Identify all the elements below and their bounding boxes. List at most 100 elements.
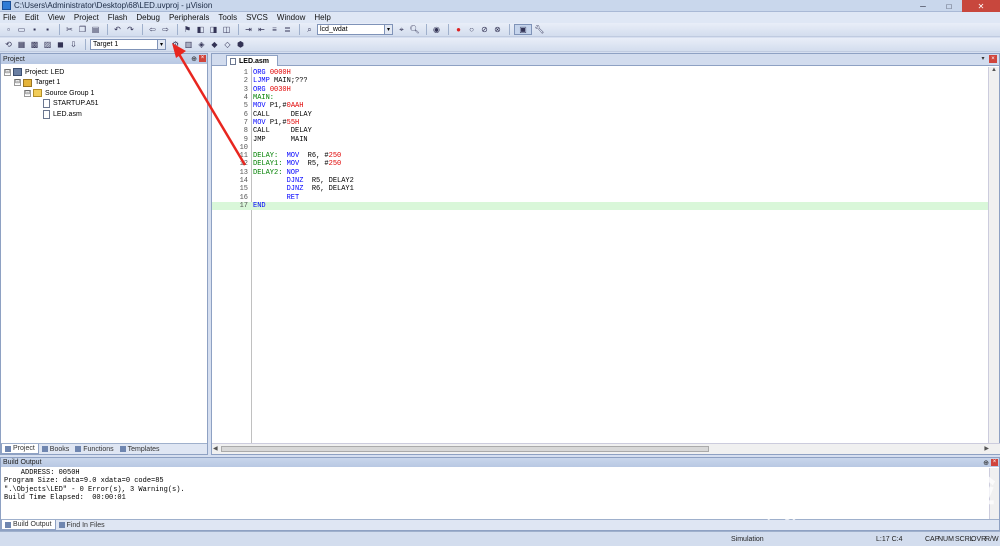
code-line[interactable]: 9 JMP MAIN [212, 135, 988, 144]
stop-build-icon[interactable]: ◼ [55, 39, 66, 50]
translate-icon[interactable]: ⟲ [3, 39, 14, 50]
run-time-environment-icon[interactable]: ⬢ [235, 39, 246, 50]
unindent-icon[interactable]: ⇤ [256, 24, 267, 35]
debug-start-icon[interactable]: ◉ [431, 24, 442, 35]
menu-flash[interactable]: Flash [108, 13, 128, 22]
code-line[interactable]: 8 CALL DELAY [212, 127, 988, 135]
breakpoint-kill-all-icon[interactable]: ⊗ [492, 24, 503, 35]
redo-icon[interactable]: ↷ [125, 24, 136, 35]
code-line[interactable]: 2 LJMP MAIN;??? [212, 77, 988, 85]
menu-help[interactable]: Help [314, 13, 330, 22]
find-in-files-icon[interactable]: ⌕ [304, 24, 315, 35]
menu-view[interactable]: View [48, 13, 65, 22]
tab-find-in-files[interactable]: Find In Files [56, 520, 108, 530]
tree-item-startup-file[interactable]: STARTUP.A51 [4, 99, 207, 110]
breakpoint-disable-all-icon[interactable]: ⊘ [479, 24, 490, 35]
menu-tools[interactable]: Tools [218, 13, 237, 22]
code-line[interactable]: 7 MOV P1,#55H [212, 119, 988, 127]
nav-forward-icon[interactable]: ⇨ [160, 24, 171, 35]
pin-icon[interactable]: ⊕ [191, 55, 197, 63]
build-icon[interactable]: ▦ [16, 39, 27, 50]
close-icon[interactable]: × [199, 55, 206, 62]
find-icon[interactable]: 🔍︎ [409, 24, 420, 35]
target-combo[interactable]: Target 1 ▾ [90, 39, 166, 50]
target-options-icon[interactable]: ⚙ [170, 39, 181, 50]
close-button[interactable]: ✕ [962, 0, 1000, 12]
tab-project[interactable]: Project [1, 444, 39, 454]
collapse-icon[interactable]: ⊟ [14, 79, 21, 87]
code-lines[interactable]: 1 ORG 0000H 2 LJMP MAIN;??? 3 ORG 0030H 4 MAIN:… [212, 69, 988, 211]
download-icon[interactable]: ⇩ [68, 39, 79, 50]
window-layout-icon[interactable]: ▣ [514, 24, 532, 35]
collapse-icon[interactable]: ⊟ [4, 68, 11, 76]
code-area[interactable]: 1 ORG 0000H 2 LJMP MAIN;??? 3 ORG 0030H 4 MAIN:… [212, 67, 988, 443]
cut-icon[interactable]: ✂ [64, 24, 75, 35]
tree-item-target[interactable]: ⊟ Target 1 [4, 78, 207, 89]
minimize-button[interactable]: ─ [910, 0, 936, 12]
code-line[interactable]: 16 RET [212, 193, 988, 202]
batch-build-icon[interactable]: ▨ [42, 39, 53, 50]
chevron-down-icon[interactable]: ▾ [384, 25, 392, 34]
prev-bookmark-icon[interactable]: ◧ [195, 24, 206, 35]
code-line[interactable]: 3 ORG 0030H [212, 86, 988, 94]
nav-back-icon[interactable]: ⇦ [147, 24, 158, 35]
undo-icon[interactable]: ↶ [112, 24, 123, 35]
code-line[interactable]: 14 DJNZ R5, DELAY2 [212, 177, 988, 185]
tree-item-source-group[interactable]: ⊟ Source Group 1 [4, 88, 207, 99]
rebuild-icon[interactable]: ▩ [29, 39, 40, 50]
close-icon[interactable]: × [989, 55, 997, 63]
paste-icon[interactable]: ▤ [90, 24, 101, 35]
clear-bookmarks-icon[interactable]: ◫ [221, 24, 232, 35]
menu-window[interactable]: Window [277, 13, 305, 22]
save-icon[interactable]: ▪ [29, 24, 40, 35]
new-file-icon[interactable]: ▫ [3, 24, 14, 35]
code-line[interactable]: 13 DELAY2: NOP [212, 169, 988, 177]
next-bookmark-icon[interactable]: ◨ [208, 24, 219, 35]
save-all-icon[interactable]: ▪ [42, 24, 53, 35]
maximize-button[interactable]: □ [936, 0, 962, 12]
bookmark-icon[interactable]: ⚑ [182, 24, 193, 35]
uncomment-icon[interactable]: ≣ [282, 24, 293, 35]
copy-icon[interactable]: ❐ [77, 24, 88, 35]
code-line[interactable]: 11 DELAY: MOV R6, #250 [212, 152, 988, 160]
open-file-icon[interactable]: ▭ [16, 24, 27, 35]
breakpoint-icon[interactable]: ● [453, 24, 464, 35]
menu-file[interactable]: File [3, 13, 16, 22]
tab-templates[interactable]: Templates [117, 444, 163, 454]
indent-icon[interactable]: ⇥ [243, 24, 254, 35]
code-line[interactable]: 1 ORG 0000H [212, 69, 988, 77]
menu-edit[interactable]: Edit [25, 13, 39, 22]
file-extensions-icon[interactable]: ▥ [183, 39, 194, 50]
manage-components-icon[interactable]: ◈ [196, 39, 207, 50]
menu-peripherals[interactable]: Peripherals [169, 13, 209, 22]
scroll-up-icon[interactable]: ▲ [989, 67, 999, 76]
code-line[interactable]: 4 MAIN: [212, 94, 988, 102]
tree-item-led-file[interactable]: LED.asm [4, 109, 207, 120]
select-software-packs-icon[interactable]: ◇ [222, 39, 233, 50]
breakpoint-disable-icon[interactable]: ○ [466, 24, 477, 35]
incremental-find-icon[interactable]: ⌖ [396, 24, 407, 35]
tab-build-output[interactable]: Build Output [1, 520, 56, 530]
code-line[interactable]: 10 [212, 144, 988, 152]
chevron-down-icon[interactable]: ▾ [157, 40, 165, 49]
tab-led-asm[interactable]: LED.asm [226, 55, 278, 66]
code-line[interactable]: 17 END [212, 201, 988, 211]
menu-svcs[interactable]: SVCS [246, 13, 268, 22]
menu-debug[interactable]: Debug [136, 13, 160, 22]
find-combo[interactable]: lcd_wdat ▾ [317, 24, 393, 35]
editor-vertical-scrollbar[interactable]: ▲ [988, 67, 999, 443]
tab-functions[interactable]: Functions [72, 444, 116, 454]
pack-installer-icon[interactable]: ◆ [209, 39, 220, 50]
code-line[interactable]: 15 DJNZ R6, DELAY1 [212, 185, 988, 193]
scrollbar-thumb[interactable] [221, 446, 709, 452]
menu-project[interactable]: Project [74, 13, 99, 22]
code-line[interactable]: 5 MOV P1,#0AAH [212, 102, 988, 110]
scroll-left-icon[interactable]: ◀ [213, 445, 218, 452]
collapse-icon[interactable]: ⊟ [24, 89, 31, 97]
configure-icon[interactable]: 🔧︎ [534, 24, 545, 35]
tab-books[interactable]: Books [39, 444, 72, 454]
code-line[interactable]: 6 CALL DELAY [212, 110, 988, 119]
comment-icon[interactable]: ≡ [269, 24, 280, 35]
tab-list-icon[interactable]: ▾ [979, 55, 987, 63]
tree-item-project[interactable]: ⊟ Project: LED [4, 67, 207, 78]
